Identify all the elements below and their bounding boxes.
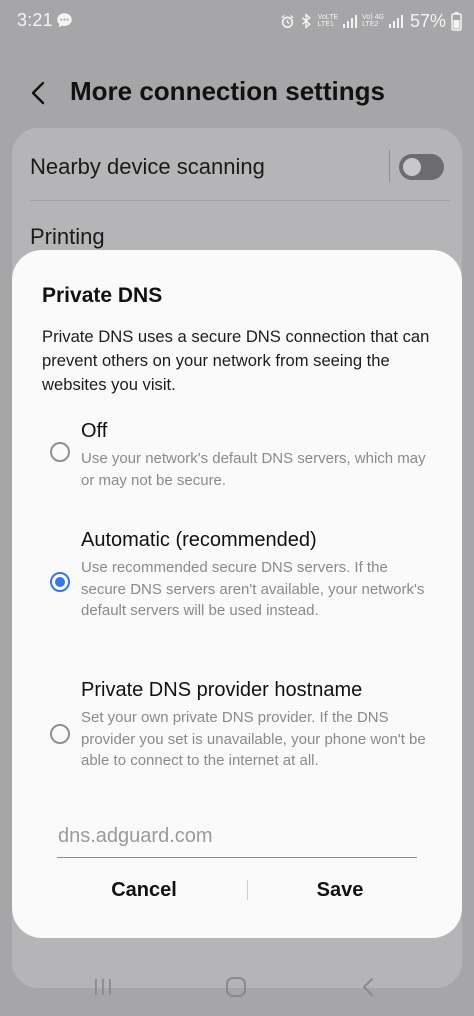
option-off[interactable]: Off Use your network's default DNS serve… bbox=[12, 420, 462, 496]
status-icons: VoLTE LTE1 Vo) 4G LTE2 57% bbox=[280, 9, 462, 33]
option-automatic[interactable]: Automatic (recommended) Use recommended … bbox=[12, 529, 462, 639]
option-provider-hostname[interactable]: Private DNS provider hostname Set your o… bbox=[12, 679, 462, 791]
nearby-scanning-toggle[interactable] bbox=[399, 154, 444, 180]
radio-selected-dot bbox=[55, 577, 65, 587]
setting-printing[interactable]: Printing bbox=[30, 224, 105, 250]
signal-icon bbox=[388, 15, 403, 28]
chat-icon bbox=[57, 13, 72, 28]
option-title: Automatic (recommended) bbox=[81, 529, 317, 551]
save-button[interactable]: Save bbox=[240, 868, 440, 910]
dialog-title: Private DNS bbox=[42, 284, 163, 307]
sim2-network-label: Vo) 4G LTE2 bbox=[362, 14, 384, 28]
divider bbox=[30, 200, 450, 201]
signal-icon bbox=[343, 15, 358, 28]
radio-provider-hostname[interactable] bbox=[50, 724, 70, 744]
sim1-network-label: VoLTE LTE1 bbox=[317, 14, 339, 28]
dialog-description: Private DNS uses a secure DNS connection… bbox=[42, 327, 430, 394]
back-nav-icon[interactable] bbox=[358, 975, 380, 999]
recents-icon[interactable] bbox=[92, 976, 114, 998]
status-bar: 3:21 VoLTE LTE1 Vo) 4G LTE2 57% bbox=[0, 0, 474, 42]
option-title: Off bbox=[81, 420, 108, 442]
radio-automatic[interactable] bbox=[50, 572, 70, 592]
alarm-icon bbox=[281, 14, 294, 28]
option-description: Use recommended secure DNS servers. If t… bbox=[81, 559, 425, 620]
setting-nearby-device-scanning[interactable]: Nearby device scanning bbox=[30, 154, 265, 180]
bluetooth-icon bbox=[301, 13, 311, 29]
battery-icon bbox=[451, 11, 462, 31]
option-description: Use your network's default DNS servers, … bbox=[81, 450, 426, 489]
home-icon[interactable] bbox=[224, 975, 248, 999]
hostname-input[interactable] bbox=[57, 822, 417, 858]
radio-off[interactable] bbox=[50, 442, 70, 462]
divider bbox=[389, 150, 390, 182]
private-dns-dialog: Private DNS Private DNS uses a secure DN… bbox=[12, 250, 462, 938]
toggle-knob bbox=[403, 158, 421, 176]
page-title: More connection settings bbox=[70, 76, 385, 106]
cancel-button[interactable]: Cancel bbox=[44, 868, 244, 910]
back-button[interactable] bbox=[22, 76, 56, 110]
option-description: Set your own private DNS provider. If th… bbox=[81, 709, 426, 770]
status-time: 3:21 bbox=[17, 10, 53, 30]
battery-percentage: 57% bbox=[409, 10, 446, 31]
option-title: Private DNS provider hostname bbox=[81, 679, 363, 701]
